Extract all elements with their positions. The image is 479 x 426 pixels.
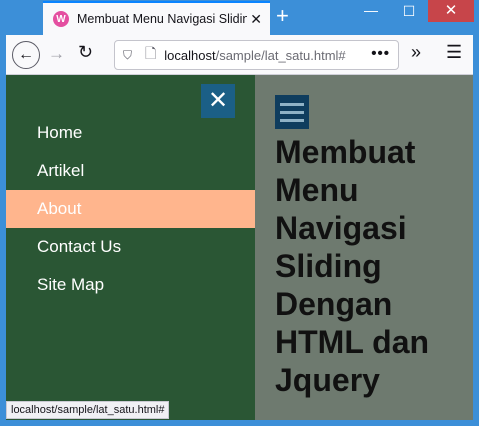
url-path: /sample/lat_satu.html# (215, 47, 346, 63)
url-text[interactable]: localhost/sample/lat_satu.html# (164, 48, 359, 63)
menu-item-contact-us[interactable]: Contact Us (6, 228, 255, 266)
navigation-toolbar: ← → ↻ ⛉ 🗋 localhost/sample/lat_satu.html… (6, 35, 473, 75)
main-content: Membuat Menu Navigasi Sliding Dengan HTM… (255, 75, 473, 420)
title-bar: W Membuat Menu Navigasi Sliding Dengan H… (0, 0, 479, 35)
tab-title: Membuat Menu Navigasi Sliding Dengan HTM… (77, 12, 247, 26)
active-tab[interactable]: W Membuat Menu Navigasi Sliding Dengan H… (43, 1, 270, 35)
url-host: localhost (164, 47, 216, 63)
shield-icon[interactable]: ⛉ (123, 48, 135, 62)
hamburger-bar (280, 118, 304, 122)
page-actions-icon[interactable]: ••• (371, 45, 390, 62)
hamburger-bar (280, 110, 304, 114)
back-arrow-icon[interactable]: ← (12, 41, 40, 69)
status-bar: localhost/sample/lat_satu.html# (6, 401, 170, 419)
address-bar[interactable]: ⛉ 🗋 localhost/sample/lat_satu.html# ••• (114, 40, 399, 70)
hamburger-bar (280, 102, 304, 106)
sidenav: ✕ Home Artikel About Contact Us Site Map (6, 75, 255, 420)
sidenav-close-button[interactable]: ✕ (201, 84, 235, 118)
page-viewport: ✕ Home Artikel About Contact Us Site Map… (6, 75, 473, 420)
menu-item-home[interactable]: Home (6, 114, 255, 152)
browser-window: W Membuat Menu Navigasi Sliding Dengan H… (0, 0, 479, 426)
window-bottom-border (0, 420, 479, 426)
menu-item-about[interactable]: About (6, 190, 255, 228)
overflow-chevron-icon[interactable]: » (411, 42, 421, 63)
window-close-icon[interactable]: ✕ (428, 0, 474, 22)
page-heading: Membuat Menu Navigasi Sliding Dengan HTM… (275, 134, 430, 398)
reload-icon[interactable]: ↻ (78, 42, 93, 63)
open-menu-hamburger-icon[interactable] (275, 95, 309, 129)
maximize-icon[interactable]: ☐ (390, 0, 428, 22)
new-tab-icon[interactable]: + (276, 4, 289, 28)
hamburger-menu-icon[interactable]: ☰ (446, 42, 462, 63)
menu-item-site-map[interactable]: Site Map (6, 266, 255, 304)
forward-arrow-icon[interactable]: → (48, 44, 65, 64)
tab-close-icon[interactable]: ✕ (250, 11, 262, 28)
sidenav-menu: Home Artikel About Contact Us Site Map (6, 114, 255, 304)
favicon-icon: W (53, 11, 69, 27)
minimize-icon[interactable]: — (352, 0, 390, 22)
page-info-icon[interactable]: 🗋 (145, 43, 156, 67)
menu-item-artikel[interactable]: Artikel (6, 152, 255, 190)
